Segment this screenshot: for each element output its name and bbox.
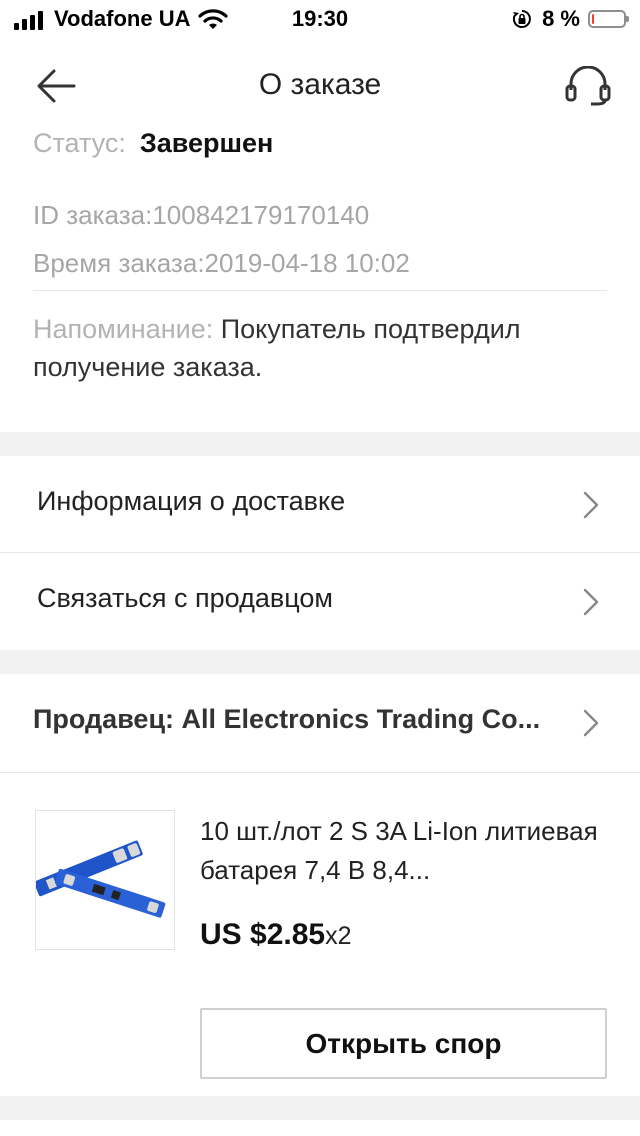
divider	[33, 290, 607, 291]
product-image[interactable]	[34, 810, 175, 950]
seller-name: Продавец: All Electronics Trading Co...	[33, 704, 541, 734]
contact-seller-row[interactable]: Связаться с продавцом	[0, 553, 640, 649]
product-title[interactable]: 10 шт./лот 2 S 3A Li-Ion литиевая батаре…	[200, 812, 600, 890]
open-dispute-button[interactable]: Открыть спор	[200, 1008, 607, 1079]
delivery-info-label: Информация о доставке	[37, 486, 346, 516]
order-reminder: Напоминание: Покупатель подтвердил получ…	[33, 310, 603, 386]
price-value: US $2.85	[200, 918, 326, 951]
order-id: ID заказа:100842179170140	[33, 200, 370, 230]
headset-icon	[565, 66, 611, 106]
contact-seller-label: Связаться с продавцом	[37, 583, 333, 613]
nav-bar: О заказе	[0, 48, 640, 124]
chevron-right-icon	[583, 588, 599, 616]
status-bar: Vodafone UA 19:30 8 %	[0, 0, 640, 40]
section-gap	[0, 1096, 640, 1120]
page-title: О заказе	[258, 68, 382, 101]
delivery-info-row[interactable]: Информация о доставке	[0, 456, 640, 552]
seller-row[interactable]: Продавец: All Electronics Trading Co...	[0, 674, 640, 770]
customer-support-button[interactable]	[562, 62, 614, 110]
chevron-right-icon	[583, 491, 599, 519]
battery-icon	[588, 10, 629, 28]
reminder-label: Напоминание:	[33, 314, 214, 344]
status-value: Завершен	[139, 128, 274, 158]
order-status: Статус: Завершен	[33, 128, 273, 159]
chevron-right-icon	[583, 709, 599, 737]
section-gap	[0, 432, 640, 456]
status-bar-right: 8 %	[512, 6, 629, 32]
battery-protection-board-image	[34, 840, 166, 918]
battery-percentage: 8 %	[542, 6, 580, 31]
rotation-lock-icon	[513, 10, 531, 28]
product-quantity: x2	[325, 922, 352, 950]
product-price: US $2.85x2	[200, 918, 352, 952]
status-label: Статус:	[33, 128, 126, 158]
section-gap	[0, 650, 640, 674]
order-time: Время заказа:2019-04-18 10:02	[33, 248, 410, 278]
battery-level	[592, 14, 594, 24]
divider	[0, 772, 640, 773]
